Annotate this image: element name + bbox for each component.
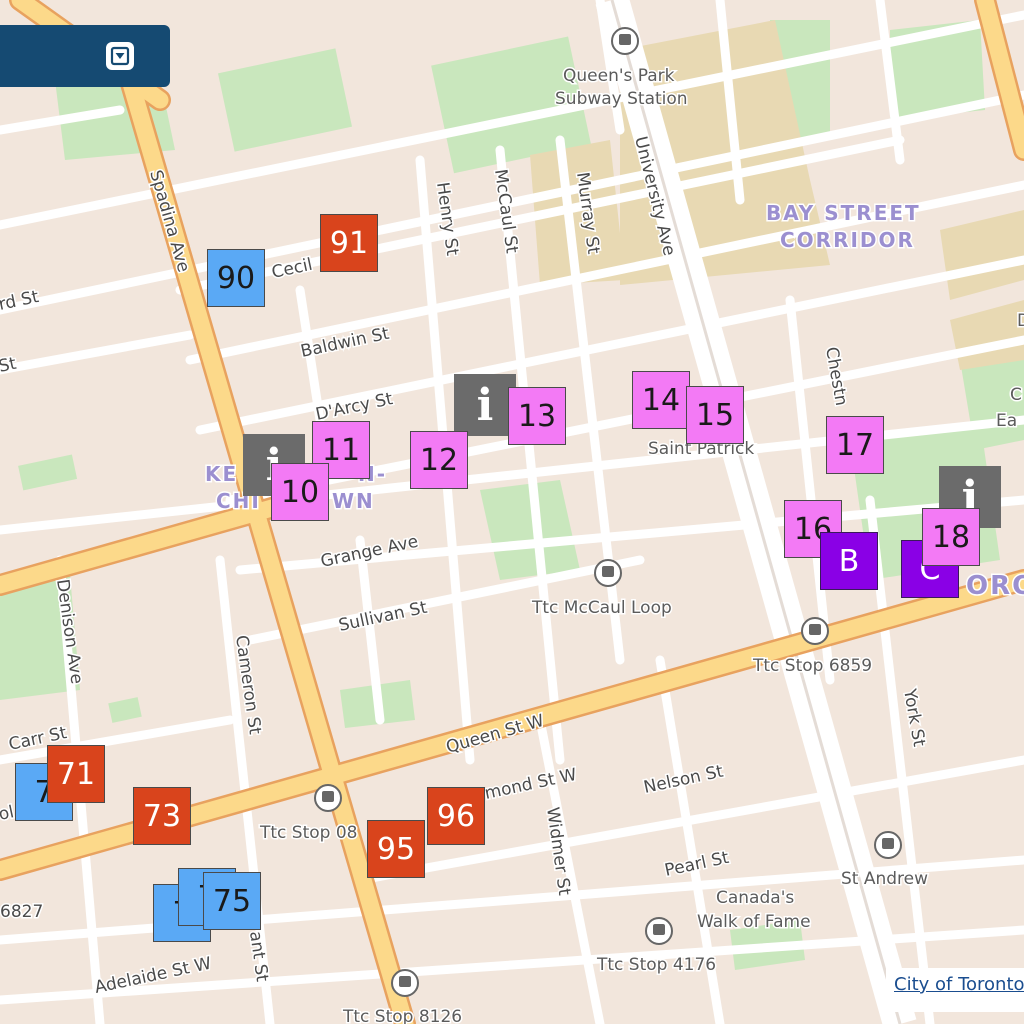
street-label-york: York St <box>899 686 929 748</box>
place-label-queens-park-1: Queen's Park <box>563 66 675 86</box>
map-marker-18[interactable]: 18 <box>922 508 980 566</box>
district-label-toronto: ORO <box>966 571 1024 601</box>
place-label-right-d: D <box>1017 311 1024 331</box>
map-toolbar[interactable] <box>0 25 170 87</box>
street-label-sullivan: Sullivan St <box>337 598 429 636</box>
map-marker-14[interactable]: 14 <box>632 371 690 429</box>
place-label-walk-2: Walk of Fame <box>697 912 811 932</box>
map-marker-73[interactable]: 73 <box>133 787 191 845</box>
attribution-link[interactable]: City of Toronto <box>886 968 1024 1012</box>
street-label-left-rd: rd St <box>0 287 41 315</box>
info-icon: i <box>476 379 494 431</box>
dropdown-icon[interactable] <box>106 42 134 70</box>
place-label-ttc-6859: Ttc Stop 6859 <box>752 656 872 676</box>
map-marker-10[interactable]: 10 <box>271 463 329 521</box>
place-label-ttc-4176: Ttc Stop 4176 <box>596 955 716 975</box>
map-marker-91[interactable]: 91 <box>320 214 378 272</box>
street-label-richmond: mond St W <box>483 765 579 804</box>
info-marker-2[interactable]: i <box>454 374 516 436</box>
place-label-right-ea: Ea <box>996 411 1017 431</box>
place-label-ttc-mccaul: Ttc McCaul Loop <box>531 598 672 618</box>
map-marker-90[interactable]: 90 <box>207 249 265 307</box>
street-label-grange: Grange Ave <box>319 532 420 572</box>
map-marker-15[interactable]: 15 <box>686 386 744 444</box>
street-label-left-6827: 6827 <box>0 902 43 922</box>
map-marker-75[interactable]: 75 <box>203 872 261 930</box>
street-label-left-ol: ol <box>0 802 16 825</box>
place-label-ttc-8126: Ttc Stop 8126 <box>342 1007 462 1024</box>
map-marker-12[interactable]: 12 <box>410 431 468 489</box>
district-label-bay-2: CORRIDOR <box>780 228 915 252</box>
place-label-queens-park-2: Subway Station <box>555 89 688 109</box>
map-canvas[interactable]: Spadina Ave Cecil Baldwin St D'Arcy St H… <box>0 0 1024 1024</box>
street-label-mccaul: McCaul St <box>490 168 522 255</box>
map-marker-71[interactable]: 71 <box>47 745 105 803</box>
street-label-queen: Queen St W <box>444 711 547 758</box>
street-label-left-st: St <box>0 354 18 377</box>
map-marker-17[interactable]: 17 <box>826 416 884 474</box>
place-label-right-c: C <box>1010 385 1022 405</box>
map-marker-96[interactable]: 96 <box>427 787 485 845</box>
district-label-kensington-1: KE <box>205 462 238 486</box>
street-label-cecil: Cecil <box>270 255 314 283</box>
map-marker-b[interactable]: B <box>820 532 878 590</box>
map-marker-13[interactable]: 13 <box>508 387 566 445</box>
street-label-brant: ant St <box>245 930 272 983</box>
district-label-bay-1: BAY STREET <box>766 201 921 225</box>
place-label-st-andrew: St Andrew <box>841 869 928 889</box>
district-label-kensington-2b: WN <box>332 489 375 513</box>
place-label-walk-1: Canada's <box>716 888 794 908</box>
map-marker-95[interactable]: 95 <box>367 820 425 878</box>
place-label-ttc-08: Ttc Stop 08 <box>259 823 357 843</box>
